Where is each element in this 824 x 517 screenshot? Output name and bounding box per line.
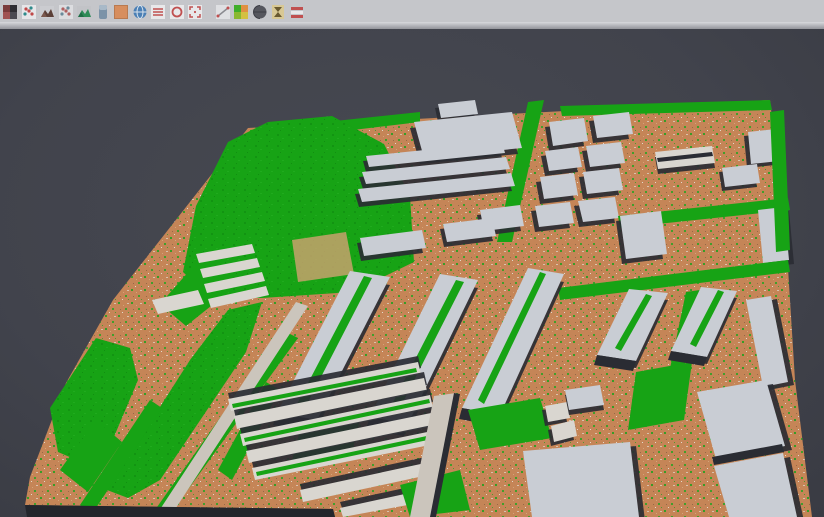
building-feature <box>620 211 667 259</box>
building-feature <box>549 118 588 146</box>
toolbar-bevel <box>0 22 824 29</box>
scene-svg <box>0 29 824 517</box>
marker-circle-icon[interactable] <box>169 4 185 20</box>
report-icon[interactable] <box>289 4 305 20</box>
vegetation-feature <box>628 362 692 430</box>
main-toolbar <box>0 0 824 22</box>
model-sphere-icon[interactable] <box>252 4 268 20</box>
building-feature <box>586 142 625 167</box>
building-feature <box>545 147 582 171</box>
measure-icon[interactable] <box>215 4 231 20</box>
building-feature <box>535 202 574 227</box>
sparse-cloud-icon[interactable] <box>58 4 74 20</box>
point-cloud-icon[interactable] <box>2 4 18 20</box>
model-viewport-3d[interactable] <box>0 29 824 517</box>
ground2-feature <box>292 232 354 282</box>
building-feature <box>583 168 623 194</box>
history-icon[interactable] <box>270 4 286 20</box>
orthomosaic-icon[interactable] <box>113 4 129 20</box>
building-feature <box>722 164 760 187</box>
mesh-surface-icon[interactable] <box>76 4 92 20</box>
dem-terrain-icon[interactable] <box>39 4 55 20</box>
classified-points-icon[interactable] <box>21 4 37 20</box>
contour-lines-icon[interactable] <box>150 4 166 20</box>
building-feature <box>523 442 639 517</box>
app-window: { "toolbar": { "icons": [ {"name":"point… <box>0 0 824 517</box>
building-feature <box>593 112 633 138</box>
globe-icon[interactable] <box>132 4 148 20</box>
region-bounds-icon[interactable] <box>187 4 203 20</box>
classification-view-icon[interactable] <box>233 4 249 20</box>
building-feature <box>540 173 578 199</box>
texture-icon[interactable] <box>95 4 111 20</box>
building-feature <box>578 197 619 222</box>
